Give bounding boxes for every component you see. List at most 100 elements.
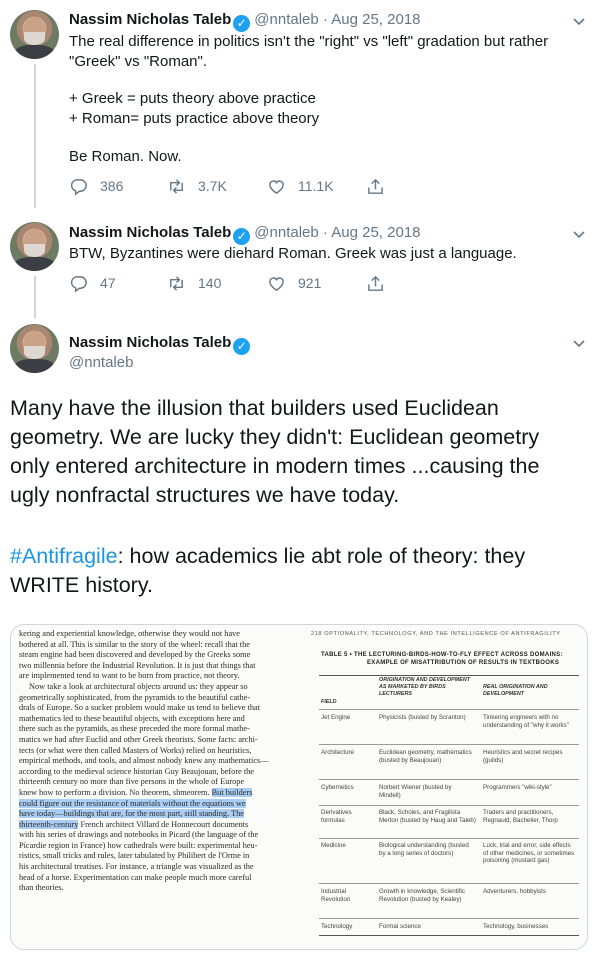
table-cell: Norbert Wiener (busted by Mindell) bbox=[379, 784, 452, 799]
table-cell: Biological understanding (busted by a lo… bbox=[379, 842, 469, 857]
highlighted-text: have today—buildings that are, for the m… bbox=[19, 809, 244, 819]
tweet-actions: 47 140 921 bbox=[69, 273, 389, 293]
book-line: kering and experiential knowledge, other… bbox=[19, 629, 240, 638]
chevron-down-icon[interactable] bbox=[572, 14, 586, 28]
retweet-count: 3.7K bbox=[198, 178, 227, 194]
thread-connector bbox=[34, 276, 36, 318]
book-line: there such as the pyramids, as these pre… bbox=[19, 724, 250, 734]
table-cell: Tinkering engineers with no understandin… bbox=[483, 714, 569, 729]
tweet-header: Nassim Nicholas Taleb ✓ @nntaleb · Aug 25,… bbox=[69, 223, 421, 245]
heart-icon bbox=[269, 179, 284, 194]
tweet-text-line: + Roman= puts practice above theory bbox=[69, 110, 320, 127]
tweet-text-fragment: : how academics lie abt role of theory: … bbox=[117, 544, 526, 568]
book-line: than theories. bbox=[19, 883, 64, 893]
separator: · bbox=[322, 224, 328, 241]
like-button[interactable]: 11.1K bbox=[267, 176, 334, 196]
tweet-header: Nassim Nicholas Taleb ✓ @nntaleb · Aug 25,… bbox=[69, 10, 421, 32]
book-line: could figure out the resistance of mater… bbox=[19, 798, 300, 810]
thread-connector bbox=[34, 64, 36, 208]
table-cell: Industrial Revolution bbox=[321, 888, 351, 903]
like-count: 11.1K bbox=[298, 178, 334, 194]
book-line: two millennia before the Industrial Revo… bbox=[19, 660, 256, 670]
author-handle[interactable]: @nntaleb bbox=[69, 353, 133, 373]
highlighted-text: But builders bbox=[211, 787, 253, 797]
book-line: according to the medieval science histor… bbox=[19, 766, 254, 776]
running-head: 218 OPTIONALITY, TECHNOLOGY, AND THE INT… bbox=[311, 631, 561, 637]
retweet-icon bbox=[170, 178, 183, 194]
like-count: 921 bbox=[298, 275, 322, 291]
author-name[interactable]: Nassim Nicholas Taleb bbox=[69, 224, 231, 241]
tweet-text-line: Many have the illusion that builders use… bbox=[10, 396, 499, 420]
book-line: with his series of drawings and notebook… bbox=[19, 830, 259, 840]
highlighted-text: could figure out the resistance of mater… bbox=[19, 798, 246, 808]
reply-button[interactable]: 47 bbox=[69, 273, 116, 293]
book-line: have today—buildings that are, for the m… bbox=[19, 809, 300, 820]
separator: · bbox=[322, 11, 328, 28]
table-cell: Programmers "wiki-style" bbox=[483, 784, 552, 791]
table-cell: Architecture bbox=[321, 749, 355, 756]
table-cell: Cybernetics bbox=[321, 784, 354, 791]
book-page-left: kering and experiential knowledge, other… bbox=[19, 629, 300, 894]
book-line: bothered at all. This is similar to the … bbox=[19, 639, 250, 649]
like-button[interactable]: 921 bbox=[267, 273, 321, 293]
table-header: REAL ORIGINATION AND DEVELOPMENT bbox=[483, 684, 548, 697]
share-button[interactable] bbox=[366, 273, 385, 293]
table-title: TABLE 5 • THE LECTURING-BIRDS-HOW-TO-FLY… bbox=[321, 652, 563, 666]
reply-button[interactable]: 386 bbox=[69, 176, 123, 196]
book-line: thirteenth century no more than five per… bbox=[19, 777, 245, 787]
author-handle[interactable]: @nntaleb bbox=[254, 11, 318, 28]
book-line: Now take a look at architectural objects… bbox=[29, 681, 248, 691]
chevron-down-icon[interactable] bbox=[572, 336, 586, 350]
table-cell: Adventurers, hobbyists bbox=[483, 888, 546, 895]
table-cell: Formal science bbox=[379, 923, 421, 930]
share-button[interactable] bbox=[366, 176, 385, 196]
table-cell: Jet Engine bbox=[321, 714, 351, 721]
table-cell: Physicists (busted by Scranton) bbox=[379, 714, 466, 721]
highlighted-text: thirteenth-century bbox=[19, 819, 79, 829]
table-cell: Medicine bbox=[321, 842, 346, 849]
verified-badge-icon: ✓ bbox=[233, 228, 251, 245]
tweet-image[interactable]: kering and experiential knowledge, other… bbox=[10, 624, 588, 950]
avatar[interactable] bbox=[10, 222, 59, 271]
book-line: tects (or what were then called Masters … bbox=[19, 745, 252, 755]
table-cell: Heuristics and secret recipes (guilds) bbox=[483, 749, 563, 764]
table-cell: Growth in knowledge, Scientific Revoluti… bbox=[379, 888, 465, 903]
main-tweet-header: Nassim Nicholas Taleb ✓ bbox=[69, 333, 254, 355]
book-line: thirteenth-century French architect Vill… bbox=[19, 819, 249, 829]
table-cell: Euclidean geometry, mathematics (busted … bbox=[379, 749, 472, 764]
retweet-button[interactable]: 140 bbox=[167, 273, 221, 293]
author-name[interactable]: Nassim Nicholas Taleb bbox=[69, 334, 231, 351]
retweet-count: 140 bbox=[198, 275, 222, 291]
tweet-actions: 386 3.7K 11.1K bbox=[69, 176, 389, 196]
book-line: mathematics led to these beautiful objec… bbox=[19, 713, 245, 723]
hashtag-link[interactable]: #Antifragile bbox=[10, 544, 118, 568]
tweet-date[interactable]: Aug 25, 2018 bbox=[331, 11, 420, 28]
author-handle[interactable]: @nntaleb bbox=[254, 224, 318, 241]
retweet-button[interactable]: 3.7K bbox=[167, 176, 227, 196]
tweet-date[interactable]: Aug 25, 2018 bbox=[331, 224, 420, 241]
table-cell: Traders and practitioners, Regnauld, Bac… bbox=[483, 809, 558, 824]
tweet-text-line: BTW, Byzantines were diehard Roman. Gree… bbox=[69, 245, 517, 262]
tweet-text-line: only entered architecture in modern time… bbox=[10, 454, 540, 478]
table-cell: Derivatives formulas bbox=[321, 809, 352, 824]
share-icon bbox=[368, 275, 383, 291]
table-header: FIELD bbox=[321, 699, 337, 705]
verified-badge-icon: ✓ bbox=[233, 338, 251, 355]
reply-icon bbox=[70, 275, 87, 293]
book-line: steam engine had been discovered and dev… bbox=[19, 650, 251, 660]
heart-icon bbox=[269, 276, 284, 291]
book-line: ristics, small tricks and rules, later t… bbox=[19, 851, 250, 861]
author-name[interactable]: Nassim Nicholas Taleb bbox=[69, 11, 231, 28]
table-cell: Black, Scholes, and Fragilista Merton (b… bbox=[379, 809, 476, 824]
chevron-down-icon[interactable] bbox=[572, 227, 586, 241]
book-line: are implemented tend to want to be born … bbox=[19, 671, 240, 681]
reply-icon bbox=[70, 178, 87, 196]
book-line: Picardie region in France) how cathedral… bbox=[19, 840, 258, 850]
avatar[interactable] bbox=[10, 10, 59, 59]
table-cell: Technology bbox=[321, 923, 353, 930]
tweet-text-line: + Greek = puts theory above practice bbox=[69, 90, 316, 107]
verified-badge-icon: ✓ bbox=[233, 15, 251, 32]
avatar[interactable] bbox=[10, 324, 59, 373]
book-line: his architectural treatises. For instanc… bbox=[19, 862, 254, 872]
table-header: ORIGINATION AND DEVELOPMENT AS MARKETED … bbox=[379, 677, 471, 697]
